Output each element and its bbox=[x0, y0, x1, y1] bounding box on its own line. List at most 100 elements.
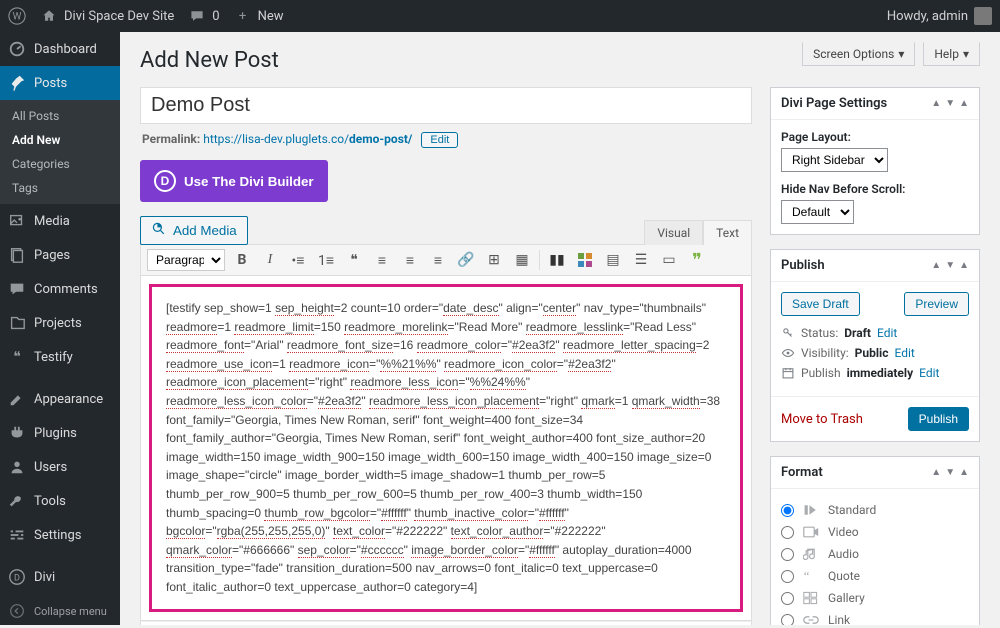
editor-statusbar: Word count: 0 Draft saved at 7:14:17 pm. bbox=[140, 621, 752, 626]
dashboard-icon bbox=[8, 40, 26, 58]
italic-button[interactable]: I bbox=[259, 249, 281, 271]
menu-collapse[interactable]: Collapse menu bbox=[0, 594, 120, 628]
editor-body[interactable]: [testify sep_show=1 sep_height=2 count=1… bbox=[140, 276, 752, 621]
box-down-icon[interactable]: ▼ bbox=[945, 260, 955, 271]
admin-bar: W Divi Space Dev Site 0 +New Howdy, admi… bbox=[0, 0, 1000, 32]
testify-icon: ❝ bbox=[8, 348, 26, 366]
number-list-button[interactable]: 1≡ bbox=[315, 249, 337, 271]
menu-plugins[interactable]: Plugins bbox=[0, 416, 120, 450]
tabs-button[interactable]: ▭ bbox=[658, 249, 680, 271]
align-left-button[interactable]: ≡ bbox=[371, 249, 393, 271]
move-to-trash-link[interactable]: Move to Trash bbox=[781, 412, 863, 427]
box-down-icon[interactable]: ▼ bbox=[945, 98, 955, 109]
format-box: Format▲▼▲ StandardVideoAudio“QuoteGaller… bbox=[770, 456, 980, 625]
toolbar-toggle-button[interactable]: ▦ bbox=[511, 249, 533, 271]
format-link[interactable]: Link bbox=[781, 609, 969, 625]
more-button[interactable]: ⊞ bbox=[483, 249, 505, 271]
menu-settings[interactable]: Settings bbox=[0, 518, 120, 552]
blockquote-button[interactable]: ❝ bbox=[343, 249, 365, 271]
layout-button[interactable]: ▤ bbox=[602, 249, 624, 271]
sub-add-new[interactable]: Add New bbox=[0, 128, 120, 152]
menu-posts[interactable]: Posts bbox=[0, 66, 120, 100]
plus-icon: + bbox=[234, 7, 252, 25]
box-toggle-icon[interactable]: ▲ bbox=[959, 98, 969, 109]
visibility-row: Visibility: Public Edit bbox=[781, 346, 969, 360]
collapse-icon bbox=[8, 602, 26, 620]
align-center-button[interactable]: ≡ bbox=[399, 249, 421, 271]
visual-tab[interactable]: Visual bbox=[644, 220, 703, 245]
help-tab[interactable]: Help ▾ bbox=[923, 42, 980, 66]
box-toggle-icon[interactable]: ▲ bbox=[959, 260, 969, 271]
link-button[interactable]: 🔗 bbox=[455, 249, 477, 271]
align-right-button[interactable]: ≡ bbox=[427, 249, 449, 271]
wp-logo[interactable]: W bbox=[8, 7, 26, 25]
menu-projects[interactable]: Projects bbox=[0, 306, 120, 340]
sub-all-posts[interactable]: All Posts bbox=[0, 104, 120, 128]
format-icon bbox=[802, 612, 820, 625]
status-row: Status: Draft Edit bbox=[781, 326, 969, 340]
sub-categories[interactable]: Categories bbox=[0, 152, 120, 176]
schedule-edit-link[interactable]: Edit bbox=[919, 366, 939, 380]
format-select[interactable]: Paragraph bbox=[147, 249, 225, 271]
editor-toolbar: Paragraph B I •≡ 1≡ ❝ ≡ ≡ ≡ 🔗 ⊞ ▦ ▮▮ ▤ bbox=[140, 244, 752, 276]
site-link[interactable]: Divi Space Dev Site bbox=[40, 7, 174, 25]
menu-media[interactable]: Media bbox=[0, 204, 120, 238]
new-link[interactable]: +New bbox=[234, 7, 284, 25]
format-audio[interactable]: Audio bbox=[781, 543, 969, 565]
comments-link[interactable]: 0 bbox=[188, 7, 219, 25]
divi-builder-button[interactable]: D Use The Divi Builder bbox=[140, 160, 328, 202]
bold-button[interactable]: B bbox=[231, 249, 253, 271]
format-gallery[interactable]: Gallery bbox=[781, 587, 969, 609]
menu-comments[interactable]: Comments bbox=[0, 272, 120, 306]
calendar-icon bbox=[781, 366, 795, 380]
divi-logo-icon: D bbox=[154, 170, 176, 192]
quote-insert-button[interactable]: ❞ bbox=[686, 249, 708, 271]
permalink-edit-button[interactable]: Edit bbox=[421, 132, 458, 148]
admin-sidebar: Dashboard Posts All Posts Add New Catego… bbox=[0, 32, 120, 625]
key-icon bbox=[781, 326, 795, 340]
box-down-icon[interactable]: ▼ bbox=[945, 467, 955, 478]
howdy[interactable]: Howdy, admin bbox=[887, 7, 992, 25]
toggle-button[interactable]: ☰ bbox=[630, 249, 652, 271]
screen-options-tab[interactable]: Screen Options ▾ bbox=[802, 42, 915, 66]
post-title-input[interactable] bbox=[140, 87, 752, 124]
add-media-button[interactable]: Add Media bbox=[140, 216, 248, 245]
columns-button[interactable]: ▮▮ bbox=[546, 249, 568, 271]
projects-icon bbox=[8, 314, 26, 332]
format-standard[interactable]: Standard bbox=[781, 499, 969, 521]
divi-shortcode-button[interactable] bbox=[574, 249, 596, 271]
visibility-edit-link[interactable]: Edit bbox=[894, 346, 914, 360]
box-up-icon[interactable]: ▲ bbox=[931, 467, 941, 478]
menu-tools[interactable]: Tools bbox=[0, 484, 120, 518]
format-video[interactable]: Video bbox=[781, 521, 969, 543]
shortcode-content[interactable]: [testify sep_show=1 sep_height=2 count=1… bbox=[166, 299, 726, 597]
hide-nav-select[interactable]: Default bbox=[781, 200, 854, 224]
content-highlight-box: [testify sep_show=1 sep_height=2 count=1… bbox=[149, 284, 743, 612]
comments-icon bbox=[8, 280, 26, 298]
status-edit-link[interactable]: Edit bbox=[877, 326, 897, 340]
sub-tags[interactable]: Tags bbox=[0, 176, 120, 200]
menu-testify[interactable]: ❝Testify bbox=[0, 340, 120, 374]
menu-users[interactable]: Users bbox=[0, 450, 120, 484]
menu-pages[interactable]: Pages bbox=[0, 238, 120, 272]
format-icon bbox=[802, 546, 820, 562]
permalink-link[interactable]: https://lisa-dev.pluglets.co/demo-post/ bbox=[203, 132, 412, 146]
page-layout-select[interactable]: Right Sidebar bbox=[781, 148, 888, 172]
box-title: Publish bbox=[781, 258, 825, 273]
box-toggle-icon[interactable]: ▲ bbox=[959, 467, 969, 478]
preview-button[interactable]: Preview bbox=[904, 292, 969, 316]
menu-appearance[interactable]: Appearance bbox=[0, 382, 120, 416]
publish-button[interactable]: Publish bbox=[908, 407, 969, 431]
posts-submenu: All Posts Add New Categories Tags bbox=[0, 100, 120, 204]
menu-dashboard[interactable]: Dashboard bbox=[0, 32, 120, 66]
format-quote[interactable]: “Quote bbox=[781, 565, 969, 587]
home-icon bbox=[40, 7, 58, 25]
media-icon bbox=[8, 212, 26, 230]
box-up-icon[interactable]: ▲ bbox=[931, 260, 941, 271]
menu-divi[interactable]: DDivi bbox=[0, 560, 120, 594]
text-tab[interactable]: Text bbox=[703, 220, 752, 245]
save-draft-button[interactable]: Save Draft bbox=[781, 292, 860, 316]
bullet-list-button[interactable]: •≡ bbox=[287, 249, 309, 271]
box-up-icon[interactable]: ▲ bbox=[931, 98, 941, 109]
format-icon bbox=[802, 524, 820, 540]
